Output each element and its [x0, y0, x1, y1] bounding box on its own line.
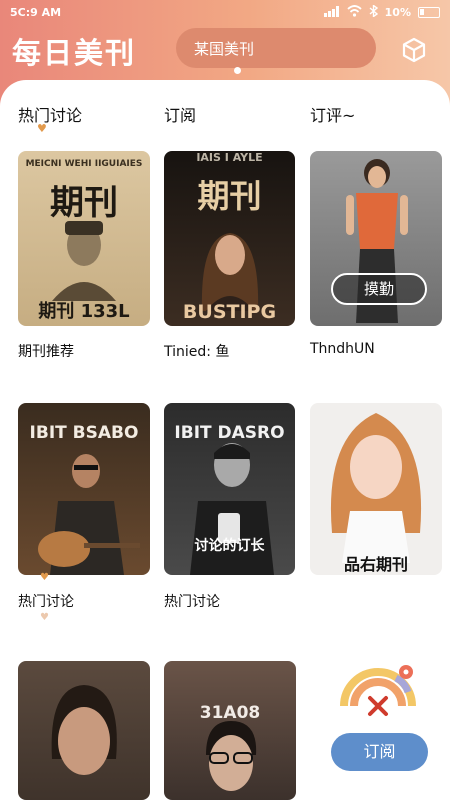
cover-portrait	[201, 233, 259, 311]
magazine-card-4[interactable]: IBIT BSABO	[18, 403, 150, 575]
cover-subtitle: BUSTIPG	[182, 301, 277, 323]
cover-portrait	[206, 721, 257, 791]
cover-portrait	[52, 221, 116, 301]
card-caption: 热门讨论	[18, 594, 74, 610]
battery-icon	[418, 7, 440, 18]
subscribe-button[interactable]: 订阅	[331, 733, 428, 771]
tab-subscribe[interactable]: 订阅	[164, 102, 196, 126]
signal-icon	[323, 5, 340, 20]
cover-portrait	[330, 413, 422, 563]
magazine-card-5[interactable]: IBIT DASRO 讨论的订长	[164, 403, 295, 575]
cover-subtitle: 品右期刊	[343, 555, 408, 574]
search-indicator-dot	[234, 67, 241, 74]
magazine-card-7[interactable]	[18, 661, 150, 800]
card-caption: Tinied: 鱼	[164, 344, 230, 360]
tab-reviews[interactable]: 订评~	[310, 102, 355, 126]
search-text: 某国美刊	[194, 40, 255, 58]
cover-masthead: IAIS I AYLE	[196, 151, 263, 164]
cover-title: IBIT BSABO	[29, 423, 139, 443]
magazine-card-8[interactable]: 31A08	[164, 661, 296, 800]
cover-subtitle: 讨论的订长	[194, 538, 265, 554]
status-icons: 10%	[323, 4, 440, 20]
wifi-icon	[347, 5, 362, 20]
app-title: 每日美刊	[12, 36, 137, 70]
magazine-card-6[interactable]: 品右期刊	[310, 403, 442, 575]
status-time: 5C:9 AM	[10, 6, 62, 19]
bluetooth-icon	[369, 4, 378, 20]
cube-icon[interactable]	[400, 36, 428, 64]
cover-masthead: MEICNI WEHI IIGUIAIES	[25, 159, 143, 169]
heart-icon: ♥	[40, 612, 49, 623]
tab-hot-discussion[interactable]: 热门讨论	[18, 102, 82, 126]
card-caption: ThndhUN	[310, 341, 375, 357]
active-tab-heart-icon: ♥	[37, 122, 47, 135]
card-caption: 期刊推荐	[18, 344, 74, 360]
cover-portrait	[51, 685, 117, 775]
card-caption: 热门讨论	[164, 594, 220, 610]
cover-action-button[interactable]: 摸勤	[331, 273, 427, 305]
heart-icon: ♥	[40, 572, 49, 583]
battery-percent: 10%	[384, 6, 411, 19]
magazine-card-1[interactable]: MEICNI WEHI IIGUIAIES 期刊 期刊 133L	[18, 151, 150, 326]
magazine-card-3[interactable]: 摸勤	[310, 151, 442, 326]
cover-portrait	[38, 454, 140, 575]
status-bar: 5C:9 AM 10%	[10, 4, 440, 22]
cover-subtitle: 期刊 133L	[38, 301, 130, 322]
rainbow-close-icon[interactable]	[338, 662, 422, 728]
search-bar[interactable]: 某国美刊	[176, 28, 376, 68]
magazine-card-2[interactable]: IAIS I AYLE 期刊 BUSTIPG	[164, 151, 295, 326]
